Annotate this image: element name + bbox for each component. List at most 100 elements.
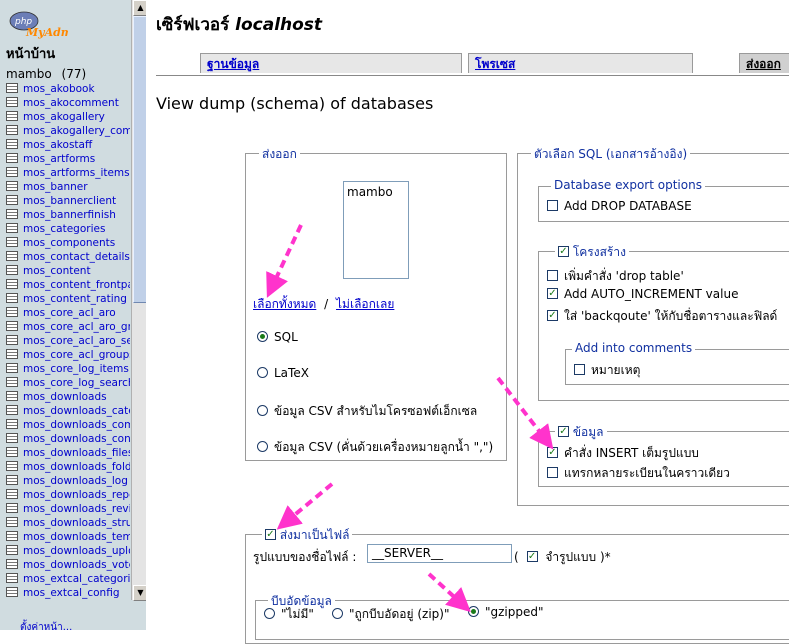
extended-insert-checkbox[interactable] [547, 467, 558, 478]
table-icon[interactable] [6, 363, 18, 373]
format-csv-option[interactable]: ข้อมูล CSV (คั่นด้วยเครื่องหมายลูกน้ำ ",… [257, 438, 493, 457]
table-icon[interactable] [6, 83, 18, 93]
sidebar-table-item[interactable]: mos_bannerclient [6, 194, 130, 208]
notes-option[interactable]: หมายเหตุ [574, 361, 640, 380]
sidebar-table-item[interactable]: mos_akostaff [6, 138, 130, 152]
sidebar-table-item[interactable]: mos_downloads_folde [6, 460, 130, 474]
table-icon[interactable] [6, 307, 18, 317]
home-link[interactable]: หน้าบ้าน [6, 43, 55, 64]
sidebar-table-label[interactable]: mos_core_log_searche [23, 377, 130, 389]
sidebar-table-label[interactable]: mos_downloads_log [23, 475, 128, 487]
table-icon[interactable] [6, 153, 18, 163]
sidebar-table-label[interactable]: mos_downloads_revie [23, 503, 130, 515]
sidebar-table-label[interactable]: mos_akobook [23, 83, 95, 95]
sidebar-table-label[interactable]: mos_downloads_repos [23, 489, 130, 501]
sidebar-table-label[interactable]: mos_components [23, 237, 115, 249]
tab-export[interactable]: ส่งออก [739, 53, 789, 73]
data-checkbox[interactable]: ✓ [558, 426, 569, 437]
auto-increment-option[interactable]: ✓ Add AUTO_INCREMENT value [547, 287, 738, 301]
database-title[interactable]: mambo (77) [6, 67, 86, 81]
backquote-checkbox[interactable]: ✓ [547, 310, 558, 321]
sidebar-table-label[interactable]: mos_akogallery_comm [23, 125, 130, 137]
table-icon[interactable] [6, 503, 18, 513]
sidebar-table-label[interactable]: mos_akostaff [23, 139, 92, 151]
table-icon[interactable] [6, 447, 18, 457]
format-latex-option[interactable]: LaTeX [257, 366, 309, 380]
sidebar-table-label[interactable]: mos_content_frontpag [23, 279, 130, 291]
notes-checkbox[interactable] [574, 364, 585, 375]
table-icon[interactable] [6, 349, 18, 359]
sidebar-scrollbar[interactable]: ▲ ▼ [131, 0, 146, 601]
table-icon[interactable] [6, 489, 18, 499]
sidebar-table-label[interactable]: mos_downloads_folde [23, 461, 130, 473]
sidebar-table-item[interactable]: mos_artforms [6, 152, 130, 166]
table-icon[interactable] [6, 125, 18, 135]
phpmyadmin-logo[interactable]: php MyAdmin [6, 8, 68, 40]
table-icon[interactable] [6, 181, 18, 191]
database-option[interactable]: mambo [347, 185, 405, 199]
drop-table-option[interactable]: เพิ่มคำสั่ง 'drop table' [547, 267, 684, 286]
complete-insert-checkbox[interactable]: ✓ [547, 447, 558, 458]
table-icon[interactable] [6, 279, 18, 289]
sidebar-table-item[interactable]: mos_content [6, 264, 130, 278]
table-icon[interactable] [6, 167, 18, 177]
structure-legend[interactable]: ✓ โครงสร้าง [555, 243, 629, 262]
filename-template-input[interactable]: __SERVER__ [367, 544, 512, 563]
radio-csv-excel[interactable] [257, 405, 268, 416]
table-icon[interactable] [6, 335, 18, 345]
compression-none-option[interactable]: "ไม่มี" [264, 605, 314, 624]
sidebar-table-item[interactable]: mos_contact_details [6, 250, 130, 264]
complete-insert-option[interactable]: ✓ คำสั่ง INSERT เต็มรูปแบบ [547, 444, 699, 463]
sidebar-table-label[interactable]: mos_categories [23, 223, 105, 235]
table-icon[interactable] [6, 475, 18, 485]
add-drop-database-checkbox[interactable] [547, 200, 558, 211]
drop-table-checkbox[interactable] [547, 270, 558, 281]
sidebar-table-item[interactable]: mos_core_log_items [6, 362, 130, 376]
sidebar-table-label[interactable]: mos_artforms [23, 153, 95, 165]
table-icon[interactable] [6, 405, 18, 415]
sidebar-table-label[interactable]: mos_core_acl_aro_sec [23, 335, 130, 347]
save-as-file-legend[interactable]: ✓ ส่งมาเป็นไฟล์ [262, 526, 353, 545]
table-icon[interactable] [6, 419, 18, 429]
backquote-option[interactable]: ✓ ใส่ 'backqoute' ให้กับชื่อตารางและฟิลด์ [547, 307, 777, 326]
sidebar-table-label[interactable]: mos_bannerfinish [23, 209, 116, 221]
sidebar-table-item[interactable]: mos_core_acl_aro_gro [6, 320, 130, 334]
sidebar-table-label[interactable]: mos_bannerclient [23, 195, 116, 207]
sidebar-table-item[interactable]: mos_downloads_categ [6, 404, 130, 418]
sidebar-table-item[interactable]: mos_core_log_searche [6, 376, 130, 390]
sidebar-table-item[interactable]: mos_downloads_temp [6, 530, 130, 544]
sidebar-table-item[interactable]: mos_bannerfinish [6, 208, 130, 222]
select-all-link[interactable]: เลือกทั้งหมด [253, 297, 316, 311]
save-as-file-checkbox[interactable]: ✓ [265, 529, 276, 540]
radio-compression-none[interactable] [264, 608, 275, 619]
sidebar-table-label[interactable]: mos_content [23, 265, 91, 277]
sidebar-table-item[interactable]: mos_artforms_items [6, 166, 130, 180]
sidebar-table-item[interactable]: mos_components [6, 236, 130, 250]
sidebar-table-label[interactable]: mos_core_acl_aro_gro [23, 321, 130, 333]
sidebar-table-item[interactable]: mos_content_rating [6, 292, 130, 306]
sidebar-table-label[interactable]: mos_downloads_votes [23, 559, 130, 571]
sidebar-table-item[interactable]: mos_akogallery [6, 110, 130, 124]
table-icon[interactable] [6, 377, 18, 387]
tab-processes[interactable]: โพรเซส [468, 53, 693, 73]
database-name[interactable]: mambo [6, 67, 52, 81]
sidebar-table-item[interactable]: mos_banner [6, 180, 130, 194]
table-icon[interactable] [6, 195, 18, 205]
table-icon[interactable] [6, 111, 18, 121]
table-icon[interactable] [6, 587, 18, 597]
sidebar-table-item[interactable]: mos_downloads_conta [6, 432, 130, 446]
radio-latex[interactable] [257, 367, 268, 378]
scroll-thumb[interactable] [133, 16, 146, 303]
tab-databases[interactable]: ฐานข้อมูล [200, 53, 462, 73]
table-icon[interactable] [6, 391, 18, 401]
table-icon[interactable] [6, 209, 18, 219]
sidebar-table-label[interactable]: mos_contact_details [23, 251, 130, 263]
sidebar-table-label[interactable]: mos_downloads_comm [23, 419, 130, 431]
sidebar-table-label[interactable]: mos_downloads_conta [23, 433, 130, 445]
table-icon[interactable] [6, 293, 18, 303]
sidebar-table-label[interactable]: mos_downloads_uploa [23, 545, 130, 557]
sidebar-table-label[interactable]: mos_extcal_config [23, 587, 119, 599]
radio-sql[interactable] [257, 331, 268, 342]
extended-insert-option[interactable]: แทรกหลายระเบียนในคราวเดียว [547, 464, 730, 483]
sidebar-table-label[interactable]: mos_artforms_items [23, 167, 130, 179]
